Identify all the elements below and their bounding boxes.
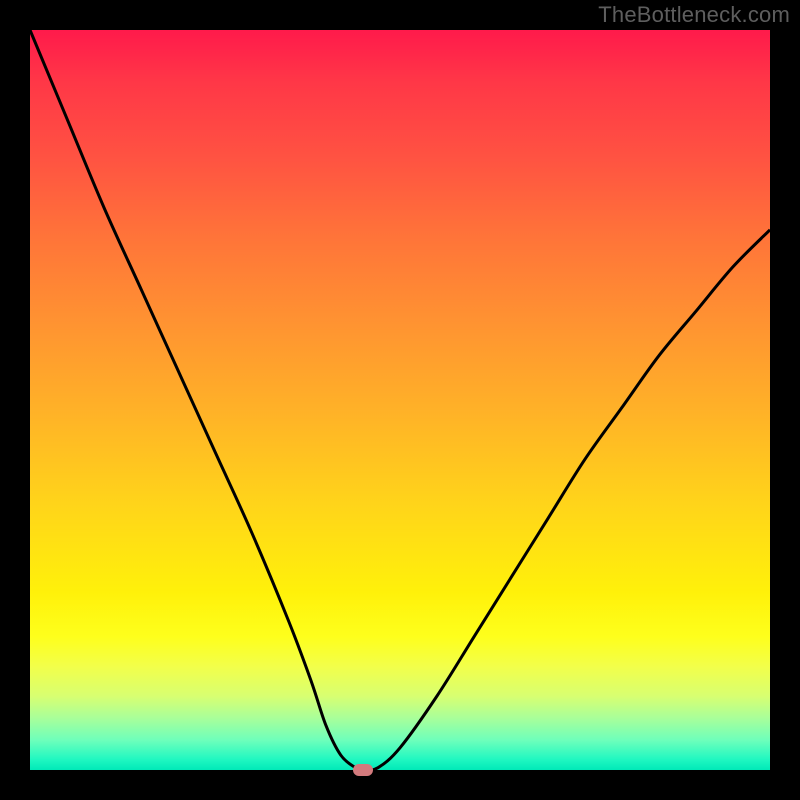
bottleneck-curve — [30, 30, 770, 770]
bottleneck-marker — [353, 764, 373, 776]
outer-frame: TheBottleneck.com — [0, 0, 800, 800]
watermark-text: TheBottleneck.com — [598, 2, 790, 28]
bottleneck-curve-path — [30, 30, 770, 770]
